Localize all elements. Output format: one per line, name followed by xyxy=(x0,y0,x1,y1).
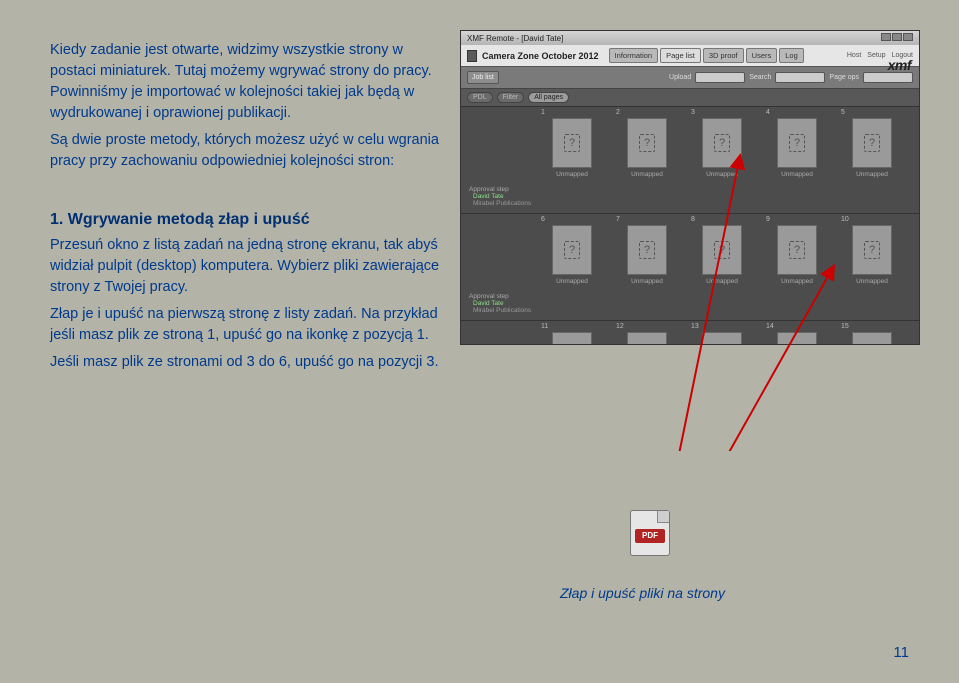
page-num-5: 5 xyxy=(841,109,916,116)
thumbs-row-3 xyxy=(461,330,919,344)
approval-block-1: Approval step David Tate Mirabel Publica… xyxy=(461,184,919,214)
page-thumb[interactable] xyxy=(766,332,828,338)
search-field[interactable] xyxy=(775,72,825,83)
pill-pdl[interactable]: PDL xyxy=(467,92,493,103)
page-num-14: 14 xyxy=(766,323,841,330)
pdf-file-icon[interactable]: PDF xyxy=(630,510,670,556)
page-thumb[interactable]: ?Unmapped xyxy=(841,225,903,285)
sub-toolbar: Job list Upload Search Page ops xyxy=(461,66,919,89)
page-num-15: 15 xyxy=(841,323,916,330)
page-num-1: 1 xyxy=(541,109,616,116)
body-1c: Jeśli masz plik ze stronami od 3 do 6, u… xyxy=(50,352,450,373)
pages-area: 1 2 3 4 5 ?Unmapped ?Unmapped ?Unmapped … xyxy=(461,107,919,344)
page-num-2: 2 xyxy=(616,109,691,116)
page-num-3: 3 xyxy=(691,109,766,116)
tab-information[interactable]: Information xyxy=(609,48,659,63)
page-num-6: 6 xyxy=(541,216,616,223)
pageops-label: Page ops xyxy=(829,74,859,81)
upload-field[interactable] xyxy=(695,72,745,83)
page-thumb[interactable]: ?Unmapped xyxy=(616,225,678,285)
page-thumb[interactable]: ?Unmapped xyxy=(766,118,828,178)
body-1b: Złap je i upuść na pierwszą stronę z lis… xyxy=(50,304,450,346)
window-titlebar: XMF Remote - [David Tate] xyxy=(461,31,919,45)
page-thumb[interactable]: ?Unmapped xyxy=(541,225,603,285)
page-number: 11 xyxy=(893,644,909,661)
approval-user: David Tate xyxy=(473,300,504,307)
search-label: Search xyxy=(749,74,771,81)
pill-all-pages[interactable]: All pages xyxy=(528,92,569,103)
pageops-field[interactable] xyxy=(863,72,913,83)
intro-para-2: Są dwie proste metody, których możesz uż… xyxy=(50,130,450,172)
app-screenshot: XMF Remote - [David Tate] Camera Zone Oc… xyxy=(460,30,920,345)
approval-user: David Tate xyxy=(473,193,504,200)
top-row: Camera Zone October 2012 Information Pag… xyxy=(461,45,919,66)
page-num-13: 13 xyxy=(691,323,766,330)
intro-para-1: Kiedy zadanie jest otwarte, widzimy wszy… xyxy=(50,40,450,124)
row-nums-1: 1 2 3 4 5 xyxy=(461,107,919,116)
window-title: XMF Remote - [David Tate] xyxy=(467,34,563,43)
tab-log[interactable]: Log xyxy=(779,48,804,63)
page-thumb[interactable] xyxy=(541,332,603,338)
row-nums-2: 6 7 8 9 10 xyxy=(461,214,919,223)
thumbs-row-2: ?Unmapped ?Unmapped ?Unmapped ?Unmapped … xyxy=(461,223,919,291)
body-1a: Przesuń okno z listą zadań na jedną stro… xyxy=(50,235,450,298)
nav-setup[interactable]: Setup xyxy=(867,52,885,59)
page-num-4: 4 xyxy=(766,109,841,116)
doc-icon xyxy=(467,50,477,62)
thumbs-row-1: ?Unmapped ?Unmapped ?Unmapped ?Unmapped … xyxy=(461,116,919,184)
approval-org: Mirabel Publications xyxy=(473,307,911,314)
job-title: Camera Zone October 2012 xyxy=(482,51,599,61)
page-thumb[interactable]: ?Unmapped xyxy=(841,118,903,178)
page-num-9: 9 xyxy=(766,216,841,223)
page-num-10: 10 xyxy=(841,216,916,223)
page-thumb[interactable]: ?Unmapped xyxy=(691,118,753,178)
page-thumb[interactable] xyxy=(691,332,753,338)
page-num-12: 12 xyxy=(616,323,691,330)
filter-bar: PDL Filter All pages xyxy=(461,89,919,107)
job-list-button[interactable]: Job list xyxy=(467,71,499,84)
page-thumb[interactable]: ?Unmapped xyxy=(541,118,603,178)
tab-users[interactable]: Users xyxy=(746,48,778,63)
nav-host[interactable]: Host xyxy=(847,52,861,59)
app-logo: xmf xyxy=(888,57,911,73)
page-thumb[interactable] xyxy=(616,332,678,338)
row-nums-3: 11 12 13 14 15 xyxy=(461,321,919,330)
pill-filter[interactable]: Filter xyxy=(497,92,525,103)
tab-page-list[interactable]: Page list xyxy=(660,48,701,63)
upload-label: Upload xyxy=(669,74,691,81)
section-heading-1: 1. Wgrywanie metodą złap i upuść xyxy=(50,208,450,231)
page-num-8: 8 xyxy=(691,216,766,223)
page-num-7: 7 xyxy=(616,216,691,223)
page-thumb[interactable]: ?Unmapped xyxy=(616,118,678,178)
tab-3d-proof[interactable]: 3D proof xyxy=(703,48,744,63)
pdf-label: PDF xyxy=(635,529,665,543)
window-buttons xyxy=(880,33,913,43)
figure-caption: Złap i upuść pliki na strony xyxy=(560,585,725,601)
approval-org: Mirabel Publications xyxy=(473,200,911,207)
page-thumb[interactable] xyxy=(841,332,903,338)
text-column: Kiedy zadanie jest otwarte, widzimy wszy… xyxy=(50,40,450,379)
approval-label: Approval step xyxy=(469,293,911,300)
approval-block-2: Approval step David Tate Mirabel Publica… xyxy=(461,291,919,321)
page-thumb[interactable]: ?Unmapped xyxy=(766,225,828,285)
page-num-11: 11 xyxy=(541,323,616,330)
approval-label: Approval step xyxy=(469,186,911,193)
page-thumb[interactable]: ?Unmapped xyxy=(691,225,753,285)
